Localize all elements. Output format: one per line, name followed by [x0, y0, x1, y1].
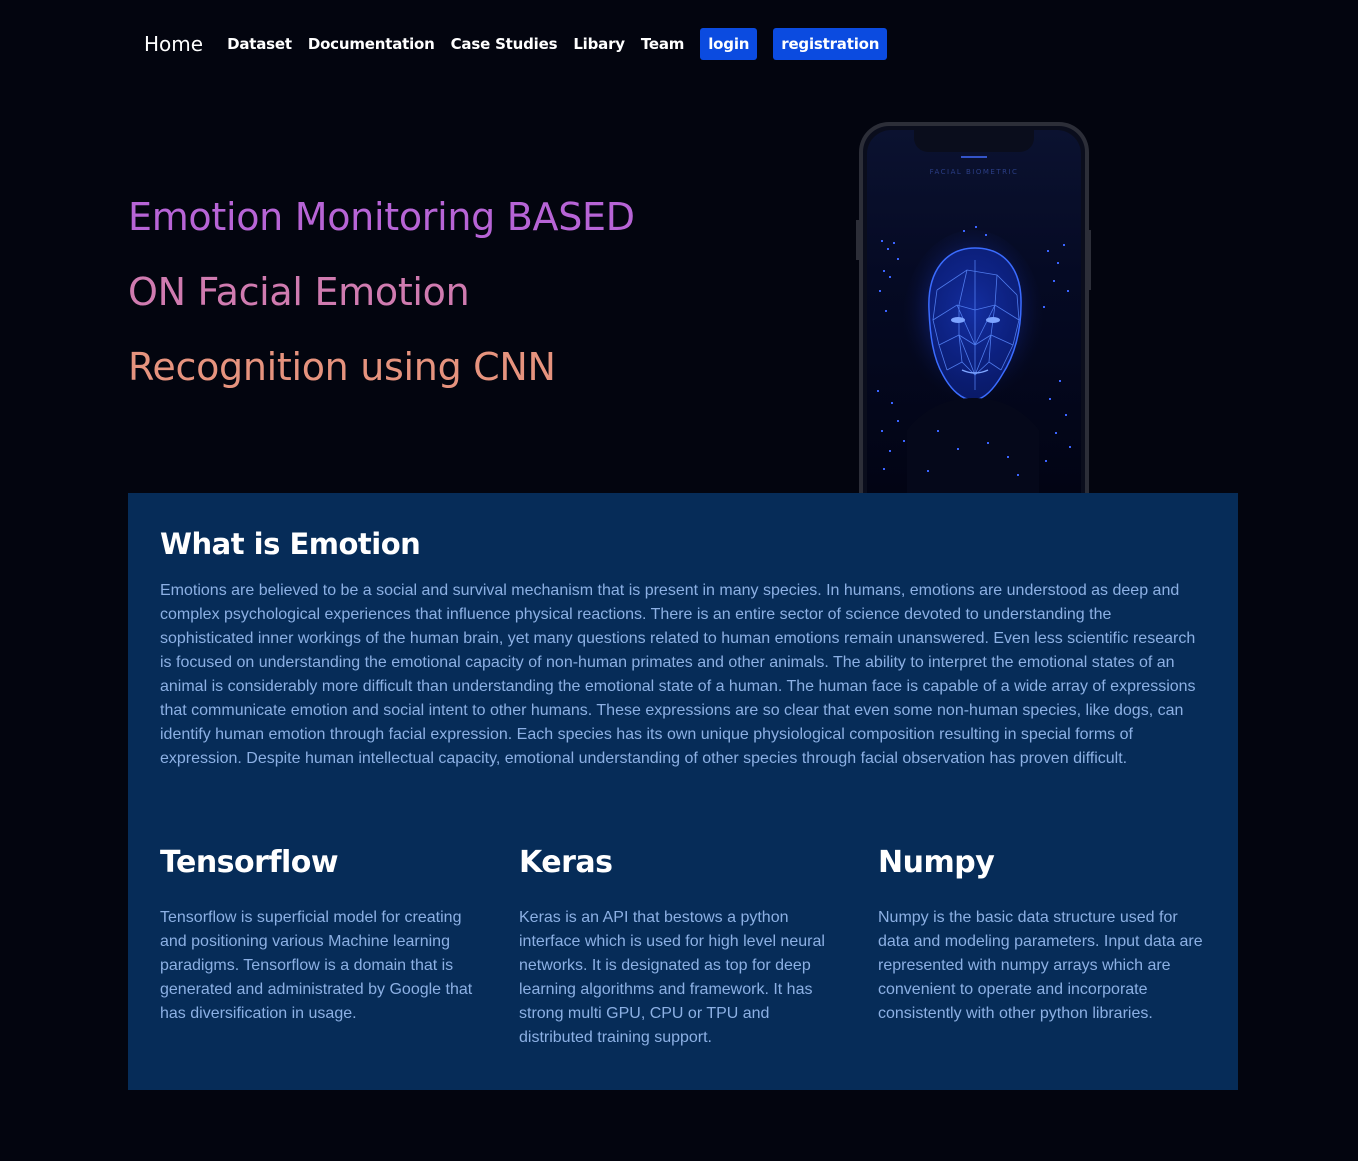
nav-link-team[interactable]: Team: [641, 35, 685, 53]
feature-title: Numpy: [878, 845, 995, 880]
features-row: Tensorflow Tensorflow is superficial mod…: [160, 843, 1205, 1050]
feature-card-keras: Keras Keras is an API that bestows a pyt…: [519, 843, 846, 1050]
feature-body: Keras is an API that bestows a python in…: [519, 909, 825, 1046]
nav-link-dataset[interactable]: Dataset: [227, 35, 292, 53]
nav-link-case-studies[interactable]: Case Studies: [451, 35, 558, 53]
phone-mockup-image: FACIAL BIOMETRIC: [859, 122, 1089, 493]
hero-title-line-2: ON Facial Emotion: [128, 270, 470, 314]
login-button[interactable]: login: [700, 28, 758, 60]
page: Home Dataset Documentation Case Studies …: [0, 0, 1358, 1161]
feature-body: Tensorflow is superficial model for crea…: [160, 909, 473, 1022]
biometric-face-scan-icon: [877, 226, 1071, 493]
about-body: Emotions are believed to be a social and…: [160, 582, 1196, 767]
feature-card-tensorflow: Tensorflow Tensorflow is superficial mod…: [160, 843, 487, 1050]
hero-title-line-3: Recognition using CNN: [128, 345, 556, 389]
hero-title-line-1: Emotion Monitoring BASED: [128, 195, 635, 239]
about-title: What is Emotion: [160, 527, 421, 561]
registration-button[interactable]: registration: [773, 28, 888, 60]
top-nav: Home Dataset Documentation Case Studies …: [144, 28, 903, 60]
feature-body: Numpy is the basic data structure used f…: [878, 909, 1203, 1022]
phone-screen: FACIAL BIOMETRIC: [867, 130, 1081, 493]
nav-home-link[interactable]: Home: [144, 32, 203, 56]
feature-title: Tensorflow: [160, 845, 339, 880]
feature-title: Keras: [519, 845, 613, 880]
hero-title: Emotion Monitoring BASED ON Facial Emoti…: [128, 180, 635, 405]
nav-link-library[interactable]: Libary: [573, 35, 625, 53]
nav-link-documentation[interactable]: Documentation: [308, 35, 435, 53]
content-panel: What is Emotion Emotions are believed to…: [128, 493, 1238, 1090]
feature-card-numpy: Numpy Numpy is the basic data structure …: [878, 843, 1205, 1050]
